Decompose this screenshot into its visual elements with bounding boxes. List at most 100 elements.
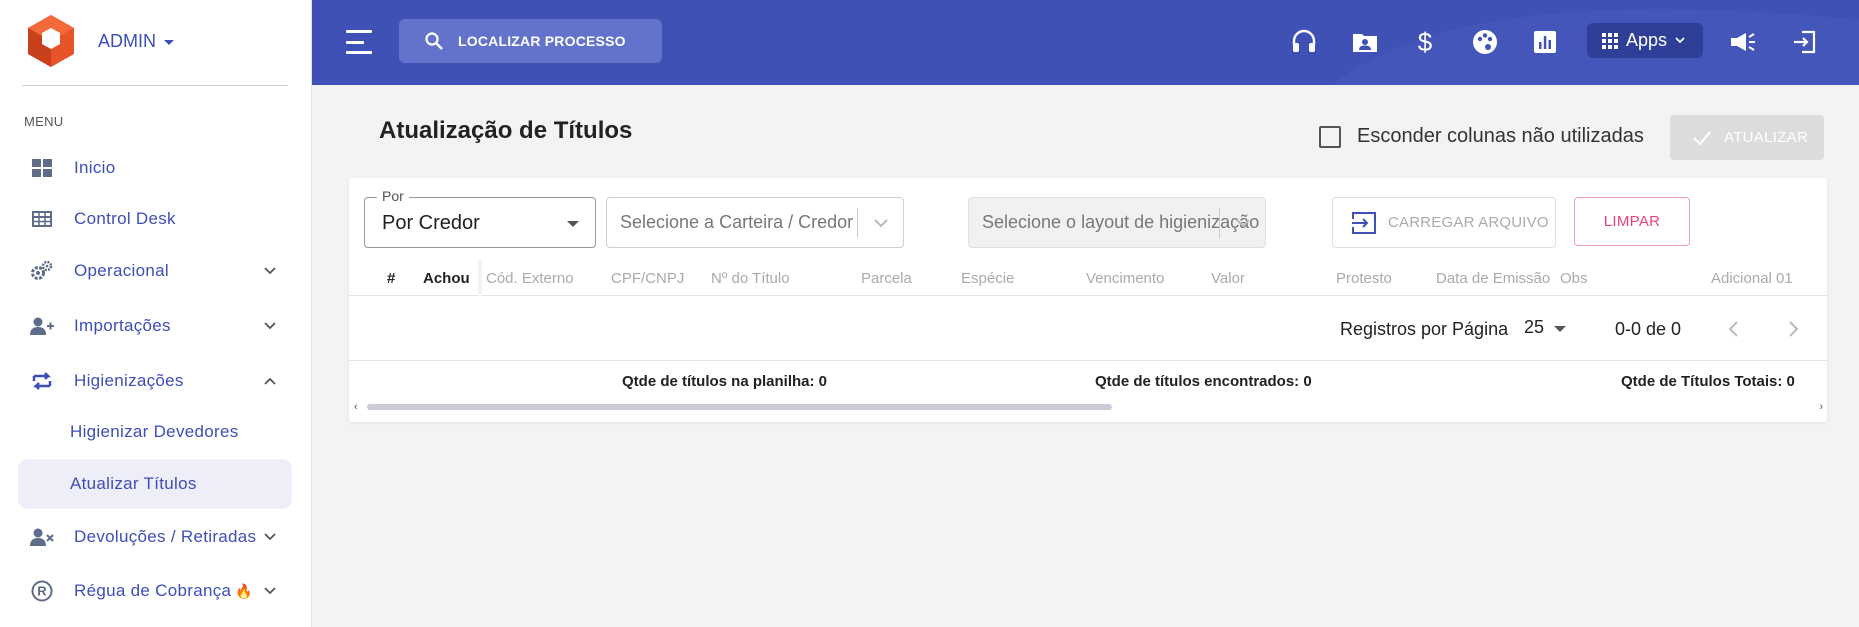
chevron-down-icon [260, 581, 280, 601]
chevron-up-icon [260, 371, 280, 391]
hide-columns-label: Esconder colunas não utilizadas [1357, 125, 1644, 147]
column-header[interactable]: Parcela [861, 270, 912, 287]
select-separator [1219, 208, 1220, 238]
hide-columns-checkbox[interactable]: Esconder colunas não utilizadas [1319, 125, 1644, 148]
update-button-label: ATUALIZAR [1724, 129, 1809, 146]
layout-select[interactable]: Selecione o layout de higienização [968, 197, 1266, 248]
menu-label: MENU [24, 114, 64, 129]
column-header[interactable]: Obs [1560, 270, 1588, 287]
carteira-select[interactable]: Selecione a Carteira / Credor [606, 197, 904, 248]
found-count: Qtde de títulos encontrados: 0 [1095, 373, 1312, 390]
column-header[interactable]: Espécie [961, 270, 1014, 287]
titles-card: Por Por Credor Selecione a Carteira / Cr… [349, 178, 1827, 422]
sidebar-item-label: Operacional [74, 261, 169, 280]
column-header[interactable]: Cód. Externo [486, 270, 574, 287]
page-range: 0-0 de 0 [1615, 319, 1682, 339]
table-header: # Achou Cód. Externo CPF/CNPJ Nº do Títu… [349, 259, 1827, 296]
bar-chart-icon[interactable] [1529, 26, 1561, 58]
megaphone-icon[interactable] [1727, 26, 1759, 58]
caret-down-icon [567, 221, 579, 227]
column-header[interactable]: Nº do Título [711, 270, 790, 287]
column-header[interactable]: Adicional 01 [1711, 270, 1793, 287]
fire-icon: 🔥 [235, 582, 253, 599]
user-plus-icon [30, 314, 54, 338]
select-separator [857, 208, 858, 238]
chevron-down-icon [260, 527, 280, 547]
sidebar-divider [22, 85, 288, 86]
upload-file-button[interactable]: CARREGAR ARQUIVO [1332, 197, 1556, 248]
scroll-left-arrow-icon[interactable]: ‹ [354, 401, 358, 413]
sidebar-item-label: Devoluções / Retiradas [74, 527, 257, 546]
column-header[interactable]: Protesto [1336, 270, 1392, 287]
logout-icon[interactable] [1788, 26, 1820, 58]
column-header[interactable]: CPF/CNPJ [611, 270, 684, 287]
sheet-count: Qtde de títulos na planilha: 0 [622, 373, 828, 390]
rows-per-page-value: 25 [1524, 317, 1545, 337]
gears-icon [30, 259, 54, 283]
sidebar-item-label: Control Desk [74, 209, 176, 228]
sidebar-item-control-desk[interactable]: Control Desk [18, 195, 292, 243]
apps-grid-icon [1602, 32, 1618, 49]
rows-per-page-select[interactable]: 25 [1524, 317, 1567, 338]
por-value: Por Credor [382, 212, 480, 234]
column-separator [478, 259, 482, 296]
page-title: Atualização de Títulos [379, 117, 633, 144]
headset-icon[interactable] [1288, 26, 1320, 58]
apps-menu-button[interactable]: Apps [1587, 23, 1703, 58]
total-count: Qtde de Títulos Totais: 0 [1621, 373, 1795, 390]
upload-file-label: CARREGAR ARQUIVO [1388, 214, 1549, 231]
contact-folder-icon[interactable] [1349, 26, 1381, 58]
chevron-right-icon[interactable] [1783, 319, 1803, 339]
registered-icon: R [30, 579, 54, 603]
pagination: Registros por Página 25 0-0 de 0 [349, 296, 1827, 361]
cube-logo-icon [28, 15, 74, 67]
chevron-left-icon[interactable] [1724, 319, 1744, 339]
sidebar-item-label: Higienizar Devedores [70, 422, 239, 441]
sidebar-item-label: Importações [74, 316, 171, 335]
scrollbar-thumb[interactable] [367, 404, 1112, 410]
menu-toggle-button[interactable] [346, 30, 372, 54]
sidebar-item-label: Higienizações [74, 371, 184, 390]
column-header[interactable]: Achou [423, 270, 470, 287]
sidebar-item-devolucoes[interactable]: Devoluções / Retiradas [18, 513, 292, 561]
por-select[interactable]: Por Por Credor [364, 188, 596, 248]
sidebar-item-atualizar-titulos[interactable]: Atualizar Títulos [18, 459, 292, 509]
sidebar-item-regua-de-cobranca[interactable]: R Régua de Cobrança 🔥 [18, 567, 292, 615]
dollar-icon[interactable]: $ [1409, 26, 1441, 58]
swap-icon [30, 369, 54, 393]
brand: ADMIN [26, 14, 174, 68]
sidebar-item-higienizar-devedores[interactable]: Higienizar Devedores [18, 408, 292, 456]
file-import-icon [1352, 211, 1376, 234]
palette-icon[interactable] [1469, 26, 1501, 58]
carteira-placeholder: Selecione a Carteira / Credor [620, 212, 854, 232]
chevron-down-icon [874, 219, 888, 228]
sidebar-item-importacoes[interactable]: Importações [18, 302, 292, 350]
clear-button[interactable]: LIMPAR [1574, 197, 1690, 246]
sidebar-item-higienizacoes[interactable]: Higienizações [18, 357, 292, 405]
chevron-down-icon [1675, 37, 1685, 44]
sidebar: ADMIN MENU Inicio Control Desk Operacion… [0, 0, 312, 627]
user-remove-icon [30, 525, 54, 549]
sidebar-item-label: Inicio [74, 158, 116, 177]
sidebar-item-inicio[interactable]: Inicio [18, 144, 292, 192]
user-menu[interactable]: ADMIN [98, 31, 174, 52]
column-header[interactable]: Valor [1211, 270, 1245, 287]
user-label: ADMIN [98, 30, 156, 51]
sidebar-item-label: Atualizar Títulos [70, 474, 197, 493]
chevron-down-icon [260, 316, 280, 336]
chevron-down-icon [260, 261, 280, 281]
layout-placeholder: Selecione o layout de higienização [982, 212, 1260, 232]
search-icon [425, 32, 443, 50]
scroll-right-arrow-icon[interactable]: › [1819, 401, 1823, 413]
sidebar-item-label: Régua de Cobrança [74, 581, 232, 600]
top-app-bar: LOCALIZAR PROCESSO $ Apps [312, 0, 1859, 85]
horizontal-scrollbar[interactable]: ‹ › [349, 400, 1827, 414]
summary-row: Qtde de títulos na planilha: 0 Qtde de t… [349, 361, 1827, 401]
svg-text:$: $ [1418, 28, 1433, 56]
sidebar-item-operacional[interactable]: Operacional [18, 247, 292, 295]
search-process-button[interactable]: LOCALIZAR PROCESSO [399, 19, 662, 63]
column-header[interactable]: # [387, 270, 395, 287]
column-header[interactable]: Vencimento [1086, 270, 1164, 287]
column-header[interactable]: Data de Emissão [1436, 270, 1550, 287]
update-button[interactable]: ATUALIZAR [1670, 115, 1824, 160]
